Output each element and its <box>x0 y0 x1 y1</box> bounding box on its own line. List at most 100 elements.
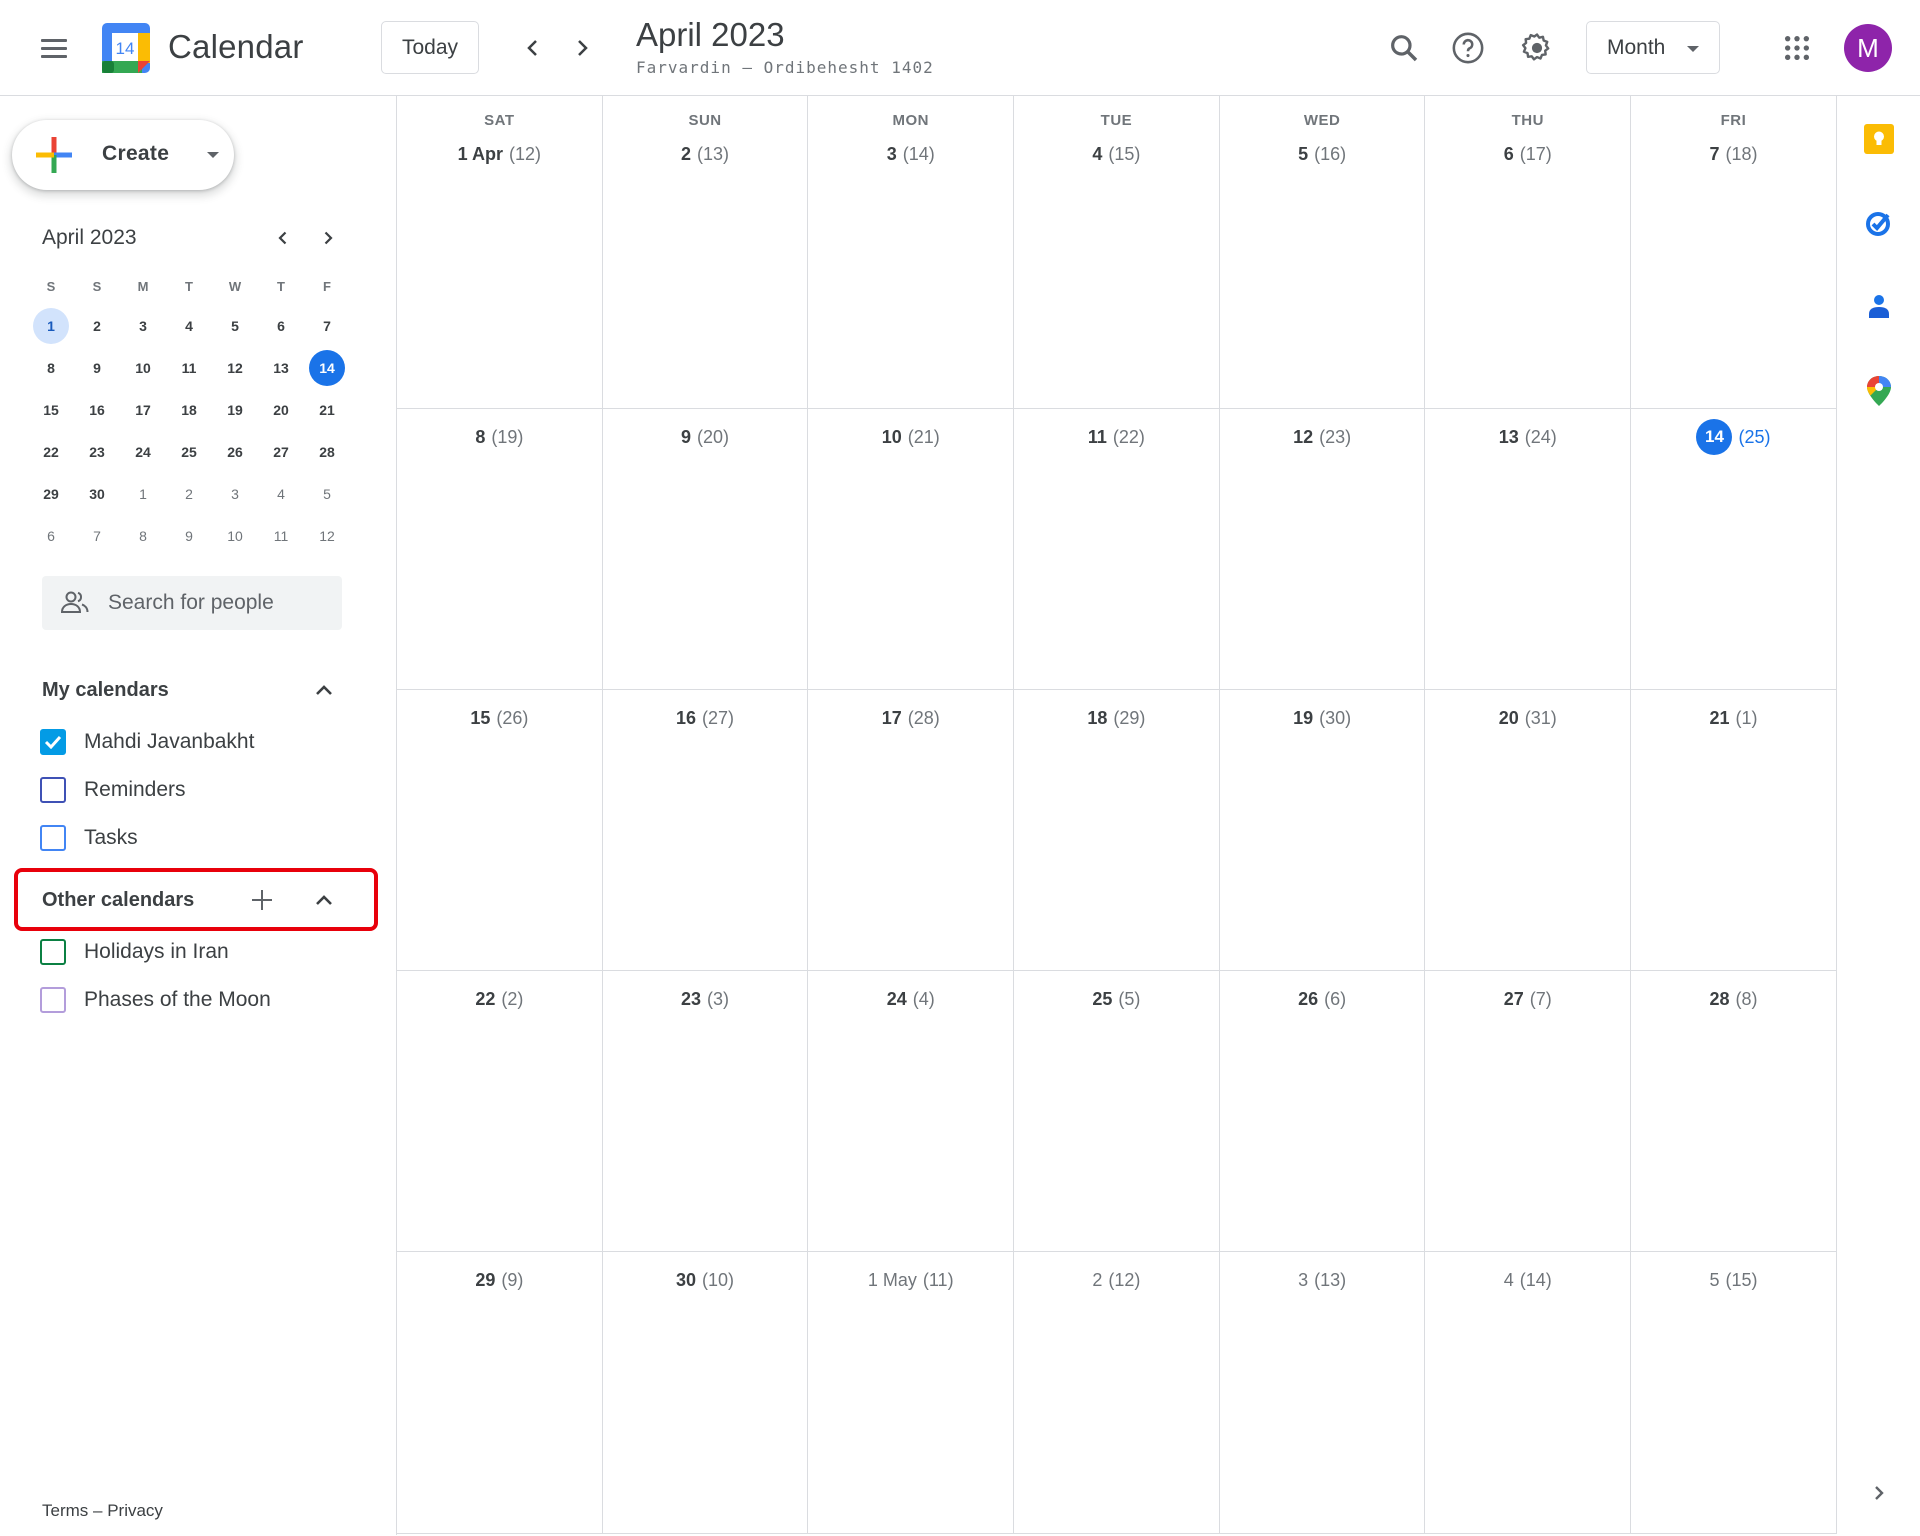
day-cell[interactable]: 24 (4) <box>808 971 1015 1251</box>
day-cell[interactable]: MON 3 (14) <box>808 96 1015 408</box>
other-calendar-item[interactable]: Phases of the Moon <box>40 980 360 1020</box>
help-button[interactable] <box>1444 24 1492 72</box>
day-cell[interactable]: 16 (27) <box>603 690 809 970</box>
day-cell[interactable]: THU 6 (17) <box>1425 96 1632 408</box>
day-cell[interactable]: 8 (19) <box>397 409 603 689</box>
mini-calendar-day[interactable]: 2 <box>74 305 120 347</box>
view-selector-dropdown[interactable]: Month <box>1586 21 1720 74</box>
google-apps-button[interactable] <box>1773 24 1821 72</box>
mini-calendar-day[interactable]: 12 <box>304 515 350 557</box>
mini-calendar-day[interactable]: 7 <box>304 305 350 347</box>
mini-calendar-day[interactable]: 22 <box>28 431 74 473</box>
contacts-button[interactable] <box>1859 287 1899 327</box>
mini-calendar-day[interactable]: 30 <box>74 473 120 515</box>
gregorian-date[interactable]: 10 <box>882 427 902 448</box>
day-cell[interactable]: 12 (23) <box>1220 409 1426 689</box>
gregorian-date[interactable]: 22 <box>475 989 495 1010</box>
mini-calendar-day-today[interactable]: 14 <box>304 347 350 389</box>
gregorian-date[interactable]: 3 <box>887 144 897 165</box>
mini-calendar-day[interactable]: 13 <box>258 347 304 389</box>
gregorian-date[interactable]: 5 <box>1709 1270 1719 1291</box>
gregorian-date[interactable]: 1 Apr <box>458 144 503 165</box>
gregorian-date[interactable]: 1 May <box>868 1270 917 1291</box>
gregorian-date[interactable]: 28 <box>1709 989 1729 1010</box>
mini-calendar-day-selected[interactable]: 1 <box>28 305 74 347</box>
people-search-input[interactable] <box>108 576 328 630</box>
day-cell[interactable]: 30 (10) <box>603 1252 809 1533</box>
add-other-calendars-button[interactable] <box>246 884 278 916</box>
gregorian-date[interactable]: 7 <box>1709 144 1719 165</box>
terms-link[interactable]: Terms <box>42 1501 88 1520</box>
mini-calendar-day[interactable]: 20 <box>258 389 304 431</box>
day-cell[interactable]: 17 (28) <box>808 690 1015 970</box>
day-cell[interactable]: 19 (30) <box>1220 690 1426 970</box>
mini-calendar-prev-button[interactable] <box>267 222 299 254</box>
gregorian-date[interactable]: 8 <box>475 427 485 448</box>
mini-calendar-day[interactable]: 27 <box>258 431 304 473</box>
mini-calendar-day[interactable]: 6 <box>28 515 74 557</box>
mini-calendar-day[interactable]: 8 <box>120 515 166 557</box>
mini-calendar-day[interactable]: 25 <box>166 431 212 473</box>
mini-calendar-day[interactable]: 16 <box>74 389 120 431</box>
gregorian-date[interactable]: 20 <box>1499 708 1519 729</box>
day-cell[interactable]: SUN 2 (13) <box>603 96 809 408</box>
mini-calendar-day[interactable]: 29 <box>28 473 74 515</box>
mini-calendar-day[interactable]: 11 <box>258 515 304 557</box>
gregorian-date[interactable]: 13 <box>1499 427 1519 448</box>
gregorian-date[interactable]: 12 <box>1293 427 1313 448</box>
mini-calendar-day[interactable]: 8 <box>28 347 74 389</box>
gregorian-date[interactable]: 5 <box>1298 144 1308 165</box>
day-cell[interactable]: 22 (2) <box>397 971 603 1251</box>
gregorian-date[interactable]: 2 <box>681 144 691 165</box>
day-cell[interactable]: 5 (15) <box>1631 1252 1837 1533</box>
gregorian-date[interactable]: 29 <box>475 1270 495 1291</box>
create-button[interactable]: Create <box>12 120 234 190</box>
day-cell[interactable]: 27 (7) <box>1425 971 1632 1251</box>
day-cell[interactable]: 2 (12) <box>1014 1252 1220 1533</box>
gregorian-date[interactable]: 14 <box>1696 419 1733 455</box>
other-calendars-header[interactable]: Other calendars <box>42 880 342 920</box>
day-cell[interactable]: TUE 4 (15) <box>1014 96 1220 408</box>
other-calendar-item[interactable]: Holidays in Iran <box>40 932 360 972</box>
mini-calendar-day[interactable]: 5 <box>212 305 258 347</box>
gregorian-date[interactable]: 27 <box>1504 989 1524 1010</box>
mini-calendar-day[interactable]: 28 <box>304 431 350 473</box>
mini-calendar-next-button[interactable] <box>312 222 344 254</box>
mini-calendar-day[interactable]: 9 <box>74 347 120 389</box>
mini-calendar-day[interactable]: 4 <box>258 473 304 515</box>
day-cell[interactable]: 11 (22) <box>1014 409 1220 689</box>
day-cell[interactable]: WED 5 (16) <box>1220 96 1426 408</box>
mini-calendar-day[interactable]: 4 <box>166 305 212 347</box>
gregorian-date[interactable]: 17 <box>882 708 902 729</box>
my-calendar-item[interactable]: Reminders <box>40 770 360 810</box>
gregorian-date[interactable]: 30 <box>676 1270 696 1291</box>
gregorian-date[interactable]: 19 <box>1293 708 1313 729</box>
tasks-button[interactable] <box>1859 203 1899 243</box>
calendar-checkbox[interactable] <box>40 939 66 965</box>
day-cell[interactable]: 10 (21) <box>808 409 1015 689</box>
maps-button[interactable] <box>1859 371 1899 411</box>
day-cell[interactable]: 13 (24) <box>1425 409 1632 689</box>
mini-calendar-day[interactable]: 3 <box>120 305 166 347</box>
expand-side-panel-button[interactable] <box>1863 1477 1895 1509</box>
collapse-other-calendars-button[interactable] <box>308 884 340 916</box>
mini-calendar-day[interactable]: 10 <box>120 347 166 389</box>
day-cell[interactable]: FRI 7 (18) <box>1631 96 1837 408</box>
people-search-field[interactable] <box>42 576 342 630</box>
mini-calendar-day[interactable]: 24 <box>120 431 166 473</box>
collapse-my-calendars-button[interactable] <box>308 674 340 706</box>
mini-calendar-day[interactable]: 6 <box>258 305 304 347</box>
gregorian-date[interactable]: 18 <box>1087 708 1107 729</box>
main-menu-button[interactable] <box>36 30 72 66</box>
mini-calendar-day[interactable]: 15 <box>28 389 74 431</box>
gregorian-date[interactable]: 6 <box>1504 144 1514 165</box>
gregorian-date[interactable]: 4 <box>1504 1270 1514 1291</box>
day-cell[interactable]: 18 (29) <box>1014 690 1220 970</box>
gregorian-date[interactable]: 15 <box>470 708 490 729</box>
day-cell[interactable]: 4 (14) <box>1425 1252 1632 1533</box>
previous-period-button[interactable] <box>513 28 553 68</box>
gregorian-date[interactable]: 2 <box>1092 1270 1102 1291</box>
mini-calendar-day[interactable]: 11 <box>166 347 212 389</box>
my-calendars-header[interactable]: My calendars <box>42 670 342 710</box>
day-cell-today[interactable]: 14 (25) <box>1631 409 1837 689</box>
